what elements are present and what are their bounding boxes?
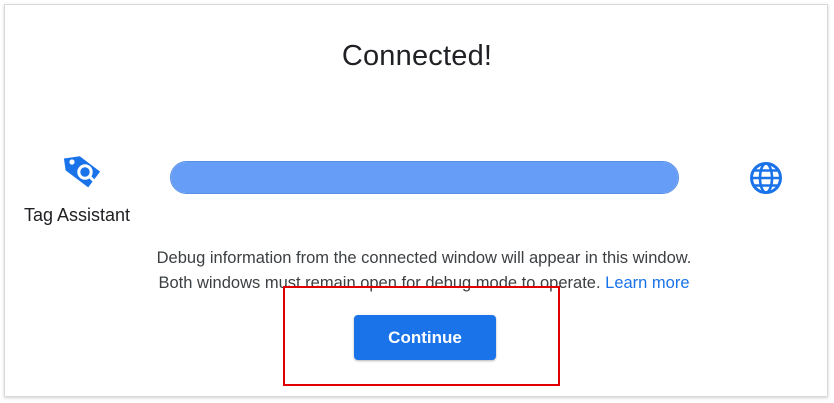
tag-assistant-label: Tag Assistant	[24, 205, 131, 225]
globe-icon	[750, 162, 782, 194]
tag-search-icon	[63, 156, 101, 188]
debug-info-line-1: Debug information from the connected win…	[156, 249, 692, 267]
page-title: Connected!	[341, 40, 493, 72]
learn-more-link[interactable]: Learn more	[605, 274, 689, 292]
debug-info-text: Debug information from the connected win…	[0, 246, 834, 296]
connection-progress-bar	[170, 161, 679, 194]
debug-info-line-2-text: Both windows must remain open for debug …	[158, 274, 601, 292]
connection-progress-fill	[171, 162, 678, 193]
debug-info-line-2: Both windows must remain open for debug …	[0, 271, 834, 296]
continue-button[interactable]: Continue	[354, 315, 496, 360]
